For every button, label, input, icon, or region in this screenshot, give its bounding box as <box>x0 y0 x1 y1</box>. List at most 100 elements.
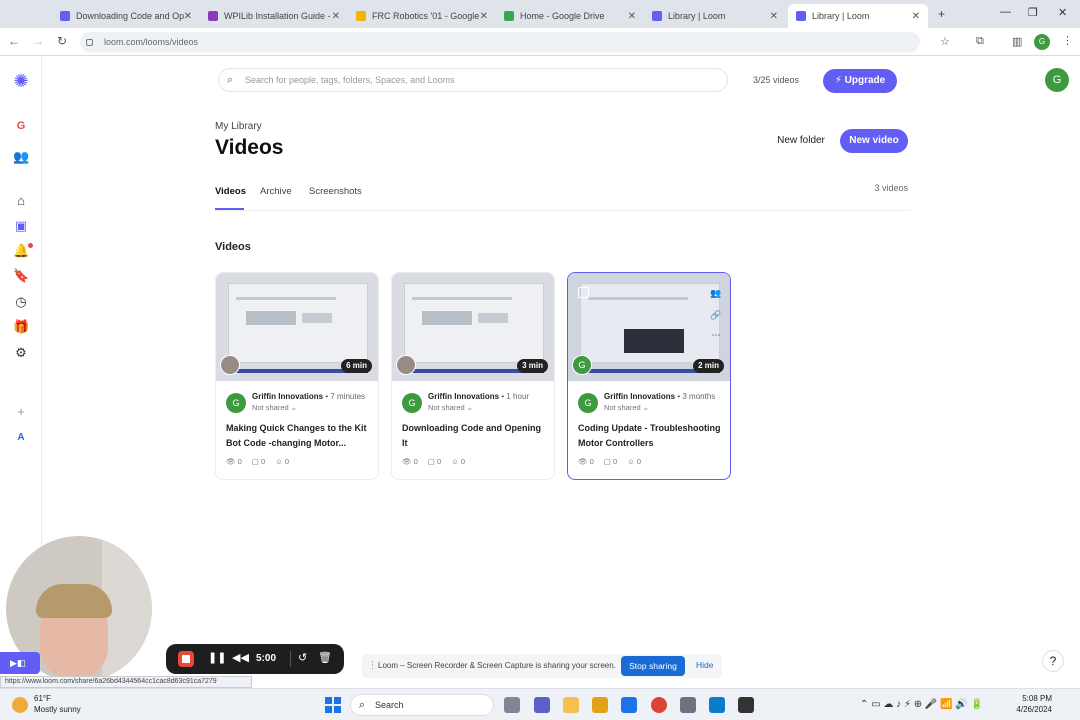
vscode-icon[interactable] <box>709 697 725 713</box>
stop-recording-button[interactable] <box>178 651 194 667</box>
menu-icon[interactable]: ⋮ <box>1062 34 1073 47</box>
video-stats: 👁 0 ▢ 0 ☺ 0 <box>402 457 465 466</box>
browser-tab-5[interactable]: Library | Loom ✕ <box>644 4 784 28</box>
select-checkbox[interactable] <box>578 287 589 298</box>
loom-logo-icon[interactable]: ✺ <box>13 72 29 90</box>
breadcrumb[interactable]: My Library <box>215 121 262 132</box>
tab-screenshots[interactable]: Screenshots <box>309 186 362 197</box>
comment-icon: ▢ <box>251 457 259 466</box>
video-quota[interactable]: 3/25 videos <box>745 70 807 90</box>
workspace-icon[interactable]: G <box>13 118 29 134</box>
new-tab-icon[interactable]: + <box>938 7 945 21</box>
video-thumbnail[interactable]: 3 min <box>392 273 554 381</box>
browser-tab-4[interactable]: Home - Google Drive ✕ <box>496 4 642 28</box>
terminal-icon[interactable] <box>738 697 754 713</box>
sharing-status[interactable]: Not shared ⌄ <box>428 403 473 412</box>
forward-icon[interactable]: → <box>30 34 46 48</box>
link-icon[interactable]: 🔗 <box>710 309 722 321</box>
store-icon[interactable] <box>592 697 608 713</box>
app-icon[interactable] <box>680 697 696 713</box>
back-icon[interactable]: ← <box>6 34 22 48</box>
library-icon[interactable]: ▣ <box>13 218 29 234</box>
browser-tab-3[interactable]: FRC Robotics '01 - Google ✕ <box>348 4 494 28</box>
task-view-icon[interactable] <box>504 697 520 713</box>
restore-icon[interactable]: ❐ <box>1028 6 1038 19</box>
thumbnail-block <box>624 329 684 353</box>
windows-start-icon[interactable] <box>325 697 341 713</box>
close-icon[interactable]: ✕ <box>912 11 920 22</box>
home-icon[interactable]: ⌂ <box>13 193 29 209</box>
video-title[interactable]: Downloading Code and Opening It <box>402 421 548 451</box>
file-explorer-icon[interactable] <box>563 697 579 713</box>
more-options-icon[interactable]: ⋯ <box>710 329 722 341</box>
upgrade-button[interactable]: ⚡ Upgrade <box>823 69 897 93</box>
site-info-icon[interactable] <box>86 39 93 46</box>
drag-handle-icon[interactable]: ⋮ <box>368 660 377 671</box>
clock-date[interactable]: 4/26/2024 <box>1010 705 1052 714</box>
weather-sun-icon[interactable] <box>12 697 28 713</box>
members-icon[interactable]: 👥 <box>13 149 29 165</box>
teams-icon[interactable] <box>534 697 550 713</box>
weather-desc[interactable]: Mostly sunny <box>34 705 81 714</box>
stop-sharing-button[interactable]: Stop sharing <box>621 656 685 676</box>
close-icon[interactable]: ✕ <box>770 11 778 22</box>
history-icon[interactable]: ◷ <box>13 294 29 310</box>
page-title: Videos <box>215 136 284 159</box>
taskbar-search[interactable]: ⌕ Search <box>350 694 494 716</box>
minimize-icon[interactable]: — <box>1000 6 1011 18</box>
extensions-icon[interactable]: ⧉ <box>976 35 984 48</box>
sharing-status[interactable]: Not shared ⌄ <box>604 403 649 412</box>
star-icon[interactable]: ☆ <box>940 35 950 48</box>
add-icon[interactable]: + <box>13 404 29 420</box>
windows-taskbar: 61°F Mostly sunny ⌕ Search ⌃ ▭ ☁ ♪ ⚡ ⊕ 🎤… <box>0 688 1080 720</box>
notifications-icon[interactable]: 🔔 <box>13 243 29 259</box>
rewind-icon[interactable]: ◀◀ <box>232 651 249 664</box>
browser-tab-2[interactable]: WPILib Installation Guide - ✕ <box>200 4 346 28</box>
url-field[interactable]: loom.com/looms/videos <box>80 32 920 52</box>
window-close-icon[interactable]: ✕ <box>1058 6 1067 19</box>
system-tray[interactable]: ⌃ ▭ ☁ ♪ ⚡ ⊕ 🎤 📶 🔊 🔋 <box>860 699 983 710</box>
workspace-avatar-a[interactable]: A <box>13 430 29 446</box>
tab-archive[interactable]: Archive <box>260 186 292 197</box>
reload-icon[interactable]: ↻ <box>54 34 70 48</box>
views-count: 0 <box>237 457 242 466</box>
share-people-icon[interactable]: 👥 <box>710 287 722 299</box>
settings-gear-icon[interactable]: ⚙ <box>13 345 29 361</box>
video-card-hovered[interactable]: 👥 🔗 ⋯ G 2 min G Griffin Innovations • 3 … <box>567 272 731 480</box>
new-video-button[interactable]: New video <box>840 129 908 153</box>
camera-toggle[interactable]: ▶◧ <box>0 652 40 674</box>
close-icon[interactable]: ✕ <box>480 11 488 22</box>
close-icon[interactable]: ✕ <box>184 11 192 22</box>
recording-timer: 5:00 <box>256 653 277 664</box>
video-thumbnail[interactable]: 👥 🔗 ⋯ G 2 min <box>568 273 730 381</box>
gift-icon[interactable]: 🎁 <box>13 319 29 335</box>
hide-button[interactable]: Hide <box>696 660 713 670</box>
search-input[interactable]: ⌕ Search for people, tags, folders, Spac… <box>218 68 728 92</box>
close-icon[interactable]: ✕ <box>332 11 340 22</box>
restart-icon[interactable]: ↺ <box>298 651 307 664</box>
trash-icon[interactable]: 🗑 <box>318 651 332 664</box>
owner-avatar: G <box>226 393 246 413</box>
video-thumbnail[interactable]: 6 min <box>216 273 378 381</box>
chrome-icon[interactable] <box>651 697 667 713</box>
help-button[interactable]: ? <box>1042 650 1064 672</box>
video-title[interactable]: Coding Update - Troubleshooting Motor Co… <box>578 421 724 451</box>
sidepanel-icon[interactable]: ▥ <box>1012 35 1022 48</box>
video-title[interactable]: Making Quick Changes to the Kit Bot Code… <box>226 421 372 451</box>
close-icon[interactable]: ✕ <box>628 11 636 22</box>
video-card[interactable]: 3 min G Griffin Innovations • 1 hour Not… <box>391 272 555 480</box>
new-folder-button[interactable]: New folder <box>768 130 834 152</box>
mail-icon[interactable] <box>621 697 637 713</box>
views-stat: 👁 0 <box>402 457 418 466</box>
browser-tab-1[interactable]: Downloading Code and Op ✕ <box>52 4 198 28</box>
user-avatar[interactable]: G <box>1045 68 1069 92</box>
weather-temp[interactable]: 61°F <box>34 694 51 703</box>
video-card[interactable]: 6 min G Griffin Innovations • 7 minutes … <box>215 272 379 480</box>
sharing-status[interactable]: Not shared ⌄ <box>252 403 297 412</box>
profile-avatar-icon[interactable]: G <box>1034 34 1050 50</box>
tab-videos[interactable]: Videos <box>215 186 246 197</box>
clock-time[interactable]: 5:08 PM <box>1018 694 1052 703</box>
browser-tab-6-active[interactable]: Library | Loom ✕ <box>788 4 928 28</box>
bookmark-icon[interactable]: 🔖 <box>13 268 29 284</box>
pause-icon[interactable]: ❚❚ <box>208 651 226 664</box>
